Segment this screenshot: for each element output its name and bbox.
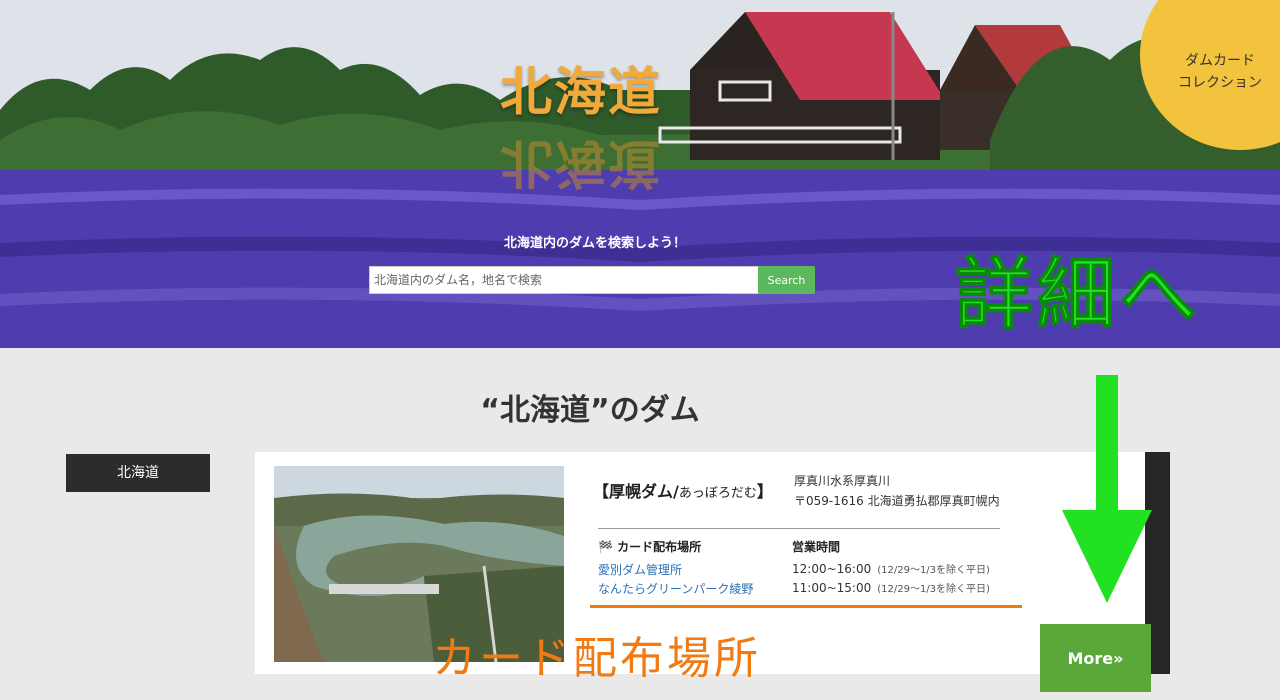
card-place-header: 🏁 カード配布場所 [598,540,702,554]
hero-title: 北海道 [500,62,663,123]
badge-line-2: コレクション [1178,75,1262,91]
search-heading: 北海道内のダムを検索しよう！ [503,236,686,251]
card-divider [598,528,1000,529]
hours-header: 営業時間 [792,540,841,554]
dam-river: 厚真川水系厚真川 [794,474,891,488]
hours-value: 11:00~15:00 [792,581,872,595]
dam-name-kanji: 【厚幌ダム/ [593,482,679,501]
hours-note: (12/29～1/3を除く平日) [877,584,990,595]
hours-note: (12/29～1/3を除く平日) [877,565,990,576]
hours-value: 12:00~16:00 [792,562,872,576]
badge-line-1: ダムカード [1185,53,1255,69]
hero-title-reflection: 北海道 [500,132,663,193]
card-place-annotation-label: カード配布場所 [432,633,761,684]
place-link[interactable]: 愛別ダム管理所 [598,561,682,578]
place-link[interactable]: なんたらグリーンパーク綾野 [598,580,753,597]
down-arrow-icon [1062,375,1152,603]
dam-name-close: 】 [756,482,773,501]
search-button[interactable]: Search [758,266,815,294]
dam-address: 〒059-1616 北海道勇払郡厚真町幌内 [794,494,1000,508]
hours-row: 11:00~15:00 (12/29～1/3を除く平日) [792,580,990,595]
search-input[interactable] [369,266,759,294]
more-button[interactable]: More» [1040,624,1151,692]
orange-highlight-underline [590,605,1022,608]
hours-row: 12:00~16:00 (12/29～1/3を除く平日) [792,561,990,576]
detail-annotation-label: 詳細へ [954,250,1202,341]
dam-card-collection-label[interactable]: ダムカード コレクション [1160,50,1280,94]
region-filter-label[interactable]: 北海道 [66,454,210,492]
hero-banner: 北海道 北海道 北海道内のダムを検索しよう！ Search 詳細へ [0,0,1280,348]
dam-name-kana: あっぼろだむ [678,486,757,501]
dam-name[interactable]: 【厚幌ダム/あっぼろだむ】 [593,478,773,502]
section-title: “北海道”のダム [480,393,700,428]
